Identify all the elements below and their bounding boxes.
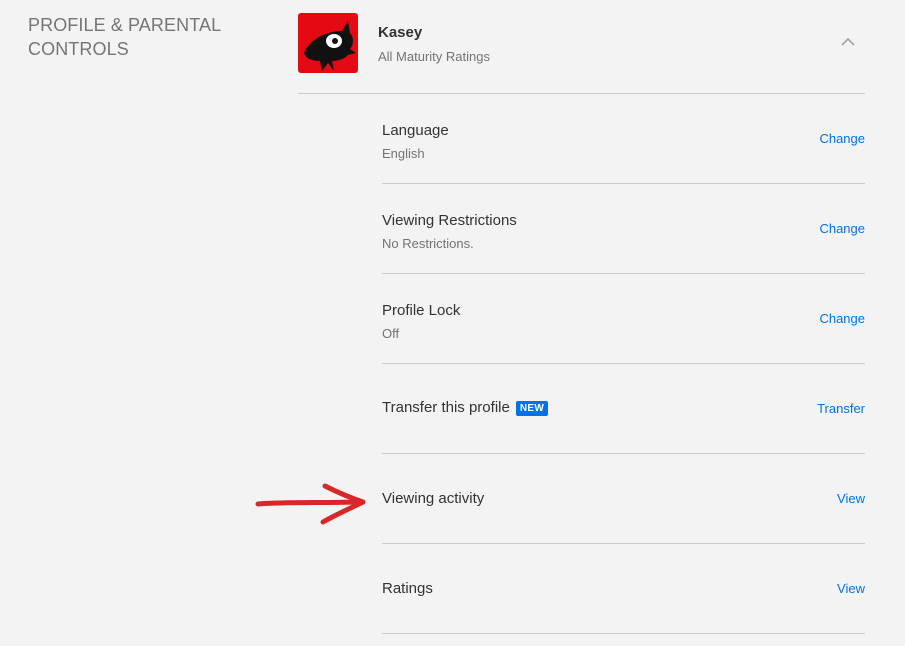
transfer-title: Transfer this profile NEW	[382, 399, 549, 416]
setting-title: Ratings	[382, 580, 433, 597]
change-profile-lock-link[interactable]: Change	[819, 311, 865, 326]
setting-row-viewing-activity: Viewing activity View	[382, 454, 865, 544]
setting-title: Viewing activity	[382, 490, 485, 507]
transfer-profile-link[interactable]: Transfer	[817, 401, 865, 416]
setting-value: Off	[382, 326, 400, 341]
view-activity-link[interactable]: View	[837, 491, 865, 506]
setting-row-transfer-profile: Transfer this profile NEW Transfer	[382, 364, 865, 454]
setting-row-language: Language English Change	[382, 94, 865, 184]
new-badge: NEW	[515, 401, 549, 416]
setting-title: Language	[382, 122, 449, 139]
change-restrictions-link[interactable]: Change	[819, 221, 865, 236]
profile-maturity: All Maturity Ratings	[378, 49, 490, 64]
profile-avatar	[298, 13, 358, 73]
profile-header[interactable]: Kasey All Maturity Ratings	[298, 13, 865, 94]
setting-row-profile-lock: Profile Lock Off Change	[382, 274, 865, 364]
profile-name: Kasey	[378, 24, 423, 41]
setting-row-ratings: Ratings View	[382, 544, 865, 634]
transfer-title-text: Transfer this profile	[382, 399, 510, 416]
section-title: PROFILE & PARENTAL CONTROLS	[28, 15, 221, 59]
view-ratings-link[interactable]: View	[837, 581, 865, 596]
setting-value: English	[382, 146, 425, 161]
avatar-monster-icon	[298, 13, 358, 73]
settings-list: Language English Change Viewing Restrict…	[382, 94, 865, 634]
red-arrow-icon	[255, 483, 366, 525]
chevron-up-icon[interactable]	[839, 33, 857, 51]
change-language-link[interactable]: Change	[819, 131, 865, 146]
setting-title: Viewing Restrictions	[382, 212, 517, 229]
setting-title: Profile Lock	[382, 302, 461, 319]
profile-settings-page: PROFILE & PARENTAL CONTROLS Kasey All Ma…	[0, 0, 905, 646]
setting-value: No Restrictions.	[382, 236, 474, 251]
setting-row-viewing-restrictions: Viewing Restrictions No Restrictions. Ch…	[382, 184, 865, 274]
